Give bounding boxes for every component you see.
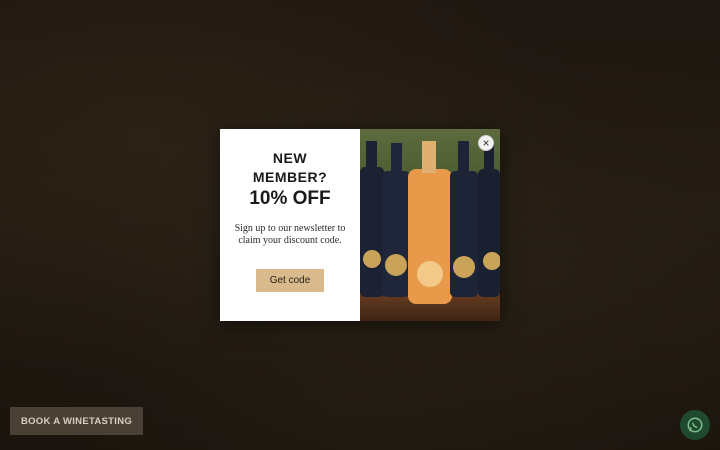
whatsapp-icon (687, 417, 703, 433)
bottles-illustration (360, 141, 500, 304)
popup-description: Sign up to our newsletter to claim your … (234, 223, 346, 246)
popup-headline-line1: NEW (272, 150, 308, 166)
popup-offer: 10% OFF (249, 188, 331, 209)
wine-bottles-image: × (360, 129, 500, 321)
close-icon: × (482, 136, 490, 150)
close-popup-button[interactable]: × (478, 135, 494, 151)
whatsapp-button[interactable] (680, 410, 710, 440)
popup-content: NEW MEMBER? 10% OFF Sign up to our newsl… (220, 129, 360, 321)
newsletter-popup: NEW MEMBER? 10% OFF Sign up to our newsl… (220, 129, 500, 321)
book-winetasting-button[interactable]: BOOK A WINETASTING (10, 407, 143, 435)
popup-headline-line2: MEMBER? (252, 169, 328, 185)
get-code-button[interactable]: Get code (256, 269, 324, 292)
